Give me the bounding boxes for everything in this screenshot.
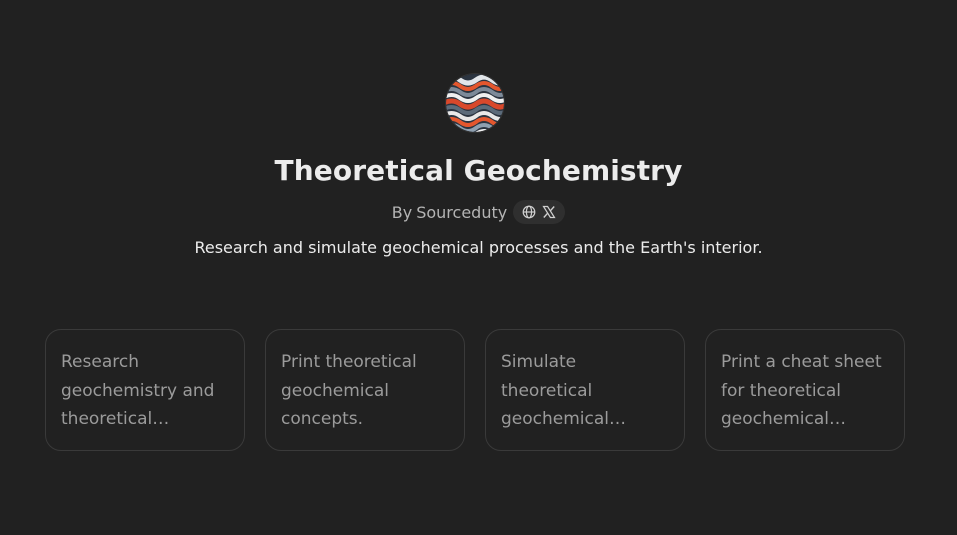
author-links bbox=[513, 200, 566, 224]
starter-card-2[interactable]: Print theoretical geochemical concepts. bbox=[265, 329, 465, 451]
starter-card-4[interactable]: Print a cheat sheet for theoretical geoc… bbox=[705, 329, 905, 451]
globe-icon[interactable] bbox=[522, 205, 536, 219]
author-prefix: By bbox=[391, 202, 413, 222]
gpt-avatar bbox=[446, 74, 504, 132]
author-name: Sourceduty bbox=[416, 202, 508, 222]
starter-text: Simulate theoretical geochemical process… bbox=[501, 352, 610, 429]
gpt-byline: By Sourceduty bbox=[0, 199, 957, 225]
gpt-intro-page: Theoretical Geochemistry By Sourceduty Re… bbox=[0, 0, 957, 535]
conversation-starters: Research geochemistry and theoretical ge… bbox=[45, 329, 905, 451]
starter-text: Print a cheat sheet for theoretical geoc… bbox=[721, 352, 882, 429]
starter-text: Research geochemistry and theoretical ge… bbox=[61, 352, 215, 429]
starter-card-1[interactable]: Research geochemistry and theoretical ge… bbox=[45, 329, 245, 451]
gpt-description: Research and simulate geochemical proces… bbox=[194, 238, 763, 257]
starter-card-3[interactable]: Simulate theoretical geochemical process… bbox=[485, 329, 685, 451]
x-logo-icon[interactable] bbox=[542, 205, 556, 219]
starter-text: Print theoretical geochemical concepts. bbox=[281, 352, 417, 429]
gpt-title: Theoretical Geochemistry bbox=[274, 154, 683, 187]
